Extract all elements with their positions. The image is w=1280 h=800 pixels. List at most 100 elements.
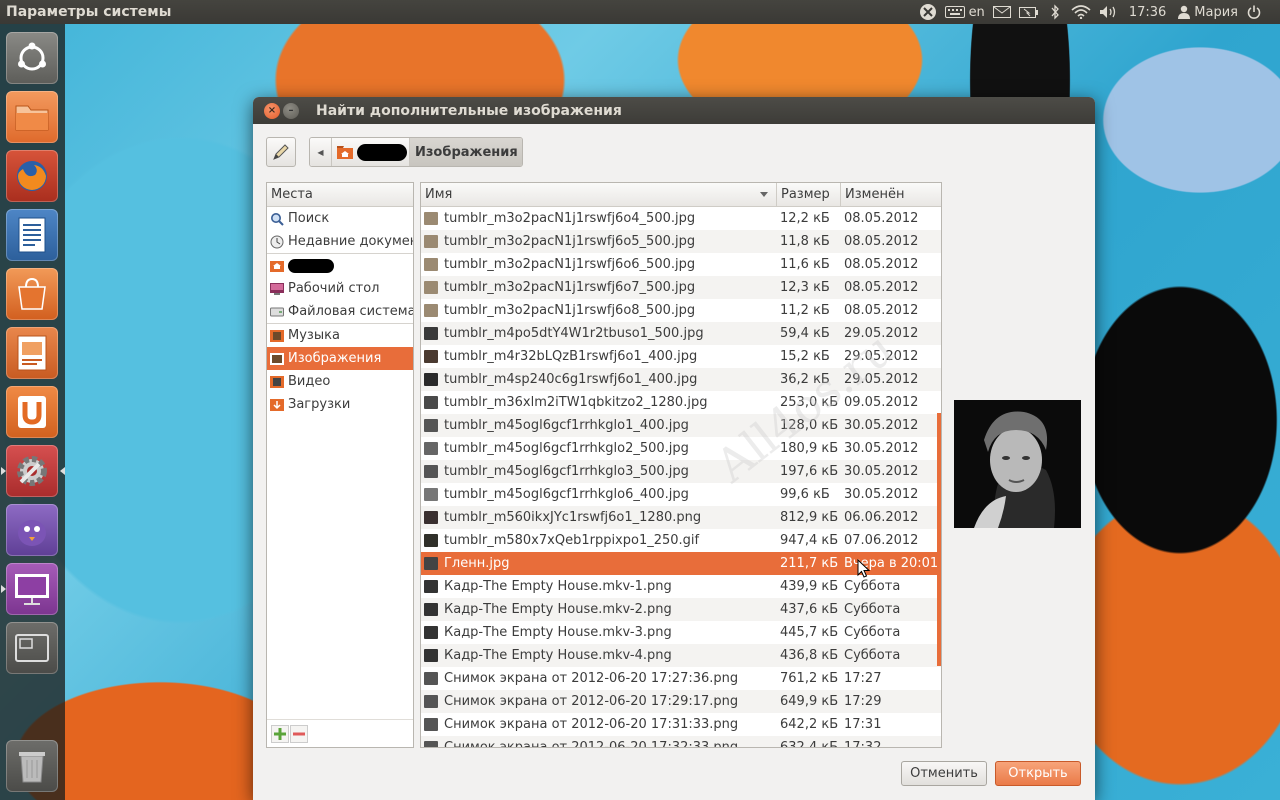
file-name-cell: tumblr_m3o2pacN1j1rswfj6o6_500.jpg	[421, 257, 777, 272]
file-thumbnail-icon	[424, 649, 438, 662]
clock[interactable]: 17:36	[1123, 0, 1172, 24]
file-list: Имя Размер Изменён tumblr_m3o2pacN1j1rsw…	[420, 182, 942, 748]
file-row[interactable]: tumblr_m45ogl6gcf1rrhkglo3_500.jpg 197,6 …	[421, 460, 941, 483]
file-name-cell: tumblr_m3o2pacN1j1rswfj6o7_500.jpg	[421, 280, 777, 295]
file-row[interactable]: Кадр-The Empty House.mkv-4.png 436,8 кБ Су…	[421, 644, 941, 667]
file-modified: 30.05.2012	[844, 441, 919, 456]
file-row[interactable]: tumblr_m560ikxJYc1rswfj6o1_1280.png 812,9…	[421, 506, 941, 529]
column-header-size[interactable]: Размер	[777, 183, 841, 206]
file-name: tumblr_m45ogl6gcf1rrhkglo3_500.jpg	[444, 464, 689, 479]
writer-icon[interactable]	[6, 209, 58, 261]
files-icon[interactable]	[6, 91, 58, 143]
wifi-icon[interactable]	[1067, 0, 1095, 24]
place-home[interactable]	[267, 254, 413, 277]
dialog-titlebar[interactable]: × – Найти дополнительные изображения	[253, 97, 1095, 124]
system-settings-icon[interactable]	[1, 445, 65, 497]
path-current-button[interactable]: Изображения	[410, 138, 522, 166]
file-name-cell: tumblr_m45ogl6gcf1rrhkglo6_400.jpg	[421, 487, 777, 502]
ubuntu-icon[interactable]	[6, 32, 58, 84]
firefox-icon[interactable]	[6, 150, 58, 202]
shotwell-icon[interactable]	[1, 563, 58, 615]
path-scroll-left-button[interactable]: ◀	[310, 138, 332, 166]
column-header-name[interactable]: Имя	[421, 183, 777, 206]
battery-icon[interactable]	[1015, 0, 1043, 24]
file-name: Кадр-The Empty House.mkv-4.png	[444, 648, 672, 663]
path-home-button[interactable]	[332, 138, 410, 166]
file-name: tumblr_m4po5dtY4W1r2tbuso1_500.jpg	[444, 326, 704, 341]
desktop-icon	[269, 281, 284, 296]
file-modified: 06.06.2012	[844, 510, 919, 525]
mail-icon[interactable]	[989, 0, 1015, 24]
file-row[interactable]: Снимок экрана от 2012-06-20 17:32:33.png…	[421, 736, 941, 748]
file-thumbnail-icon	[424, 672, 438, 685]
place-recent[interactable]: Недавние документы	[267, 230, 413, 253]
file-row[interactable]: tumblr_m4po5dtY4W1r2tbuso1_500.jpg 59,4 к…	[421, 322, 941, 345]
file-row[interactable]: tumblr_m45ogl6gcf1rrhkglo1_400.jpg 128,0 …	[421, 414, 941, 437]
file-modified: 17:29	[844, 694, 882, 709]
file-row[interactable]: tumblr_m3o2pacN1j1rswfj6o6_500.jpg 11,6 к…	[421, 253, 941, 276]
file-row[interactable]: tumblr_m3o2pacN1j1rswfj6o8_500.jpg 11,2 к…	[421, 299, 941, 322]
place-videos[interactable]: Видео	[267, 370, 413, 393]
file-name-cell: Кадр-The Empty House.mkv-3.png	[421, 625, 777, 640]
add-bookmark-button[interactable]	[271, 724, 289, 743]
minimize-icon[interactable]: –	[283, 102, 299, 119]
keyboard-icon[interactable]: en	[941, 0, 989, 24]
remove-bookmark-button[interactable]	[290, 724, 308, 743]
onboard-icon[interactable]	[915, 0, 941, 24]
column-header-modified[interactable]: Изменён	[841, 183, 937, 206]
file-name: Кадр-The Empty House.mkv-2.png	[444, 602, 672, 617]
user-menu[interactable]: Мария	[1172, 0, 1242, 24]
file-row[interactable]: Снимок экрана от 2012-06-20 17:31:33.png…	[421, 713, 941, 736]
impress-icon[interactable]	[6, 327, 58, 379]
file-name: tumblr_m45ogl6gcf1rrhkglo1_400.jpg	[444, 418, 689, 433]
place-downloads[interactable]: Загрузки	[267, 393, 413, 416]
file-row[interactable]: Снимок экрана от 2012-06-20 17:27:36.png…	[421, 667, 941, 690]
close-icon[interactable]: ×	[264, 102, 280, 119]
file-thumbnail-icon	[424, 695, 438, 708]
file-name: Снимок экрана от 2012-06-20 17:29:17.png	[444, 694, 739, 709]
place-pictures[interactable]: Изображения	[267, 347, 413, 370]
file-row[interactable]: tumblr_m36xlm2iTW1qbkitzo2_1280.jpg 253,0…	[421, 391, 941, 414]
cancel-button[interactable]: Отменить	[901, 761, 987, 786]
file-size: 632,4 кБ	[780, 740, 839, 748]
file-name-cell: tumblr_m4sp240c6g1rswfj6o1_400.jpg	[421, 372, 777, 387]
file-name-cell: Снимок экрана от 2012-06-20 17:29:17.png	[421, 694, 777, 709]
place-desktop[interactable]: Рабочий стол	[267, 277, 413, 300]
file-row[interactable]: tumblr_m45ogl6gcf1rrhkglo2_500.jpg 180,9 …	[421, 437, 941, 460]
open-button[interactable]: Открыть	[995, 761, 1081, 786]
bluetooth-icon[interactable]	[1043, 0, 1067, 24]
software-center-icon[interactable]	[6, 268, 58, 320]
file-size: 253,0 кБ	[780, 395, 839, 410]
file-chooser-dialog: × – Найти дополнительные изображения ◀ И…	[253, 97, 1095, 800]
power-icon[interactable]	[1242, 0, 1266, 24]
file-row[interactable]: tumblr_m4sp240c6g1rswfj6o1_400.jpg 36,2 к…	[421, 368, 941, 391]
file-row[interactable]: tumblr_m3o2pacN1j1rswfj6o4_500.jpg 12,2 к…	[421, 207, 941, 230]
file-size: 15,2 кБ	[780, 349, 830, 364]
workspace-switcher-icon[interactable]	[6, 622, 58, 674]
file-name-cell: tumblr_m3o2pacN1j1rswfj6o4_500.jpg	[421, 211, 777, 226]
place-music[interactable]: Музыка	[267, 324, 413, 347]
file-name: tumblr_m3o2pacN1j1rswfj6o5_500.jpg	[444, 234, 696, 249]
mouse-cursor-icon	[857, 559, 871, 578]
file-row[interactable]: tumblr_m45ogl6gcf1rrhkglo6_400.jpg 99,6 к…	[421, 483, 941, 506]
file-row[interactable]: tumblr_m4r32bLQzB1rswfj6o1_400.jpg 15,2 к…	[421, 345, 941, 368]
ubuntu-one-icon[interactable]	[6, 386, 58, 438]
place-search[interactable]: Поиск	[267, 207, 413, 230]
video-folder-icon	[269, 374, 284, 389]
file-row[interactable]: tumblr_m3o2pacN1j1rswfj6o5_500.jpg 11,8 к…	[421, 230, 941, 253]
file-name: Гленн.jpg	[444, 556, 510, 571]
home-folder-icon	[269, 258, 284, 273]
volume-icon[interactable]	[1095, 0, 1123, 24]
file-row[interactable]: Снимок экрана от 2012-06-20 17:29:17.png…	[421, 690, 941, 713]
place-filesystem[interactable]: Файловая система	[267, 300, 413, 323]
type-location-button[interactable]	[266, 137, 296, 167]
file-row[interactable]: Кадр-The Empty House.mkv-2.png 437,6 кБ Су…	[421, 598, 941, 621]
file-row[interactable]: tumblr_m580x7xQeb1rppixpo1_250.gif 947,4 …	[421, 529, 941, 552]
file-name-cell: Кадр-The Empty House.mkv-2.png	[421, 602, 777, 617]
trash-icon[interactable]	[6, 740, 58, 792]
file-row[interactable]: Кадр-The Empty House.mkv-3.png 445,7 кБ Су…	[421, 621, 941, 644]
file-name: tumblr_m3o2pacN1j1rswfj6o6_500.jpg	[444, 257, 696, 272]
pidgin-icon[interactable]	[6, 504, 58, 556]
places-header[interactable]: Места	[267, 183, 413, 207]
file-row[interactable]: tumblr_m3o2pacN1j1rswfj6o7_500.jpg 12,3 к…	[421, 276, 941, 299]
